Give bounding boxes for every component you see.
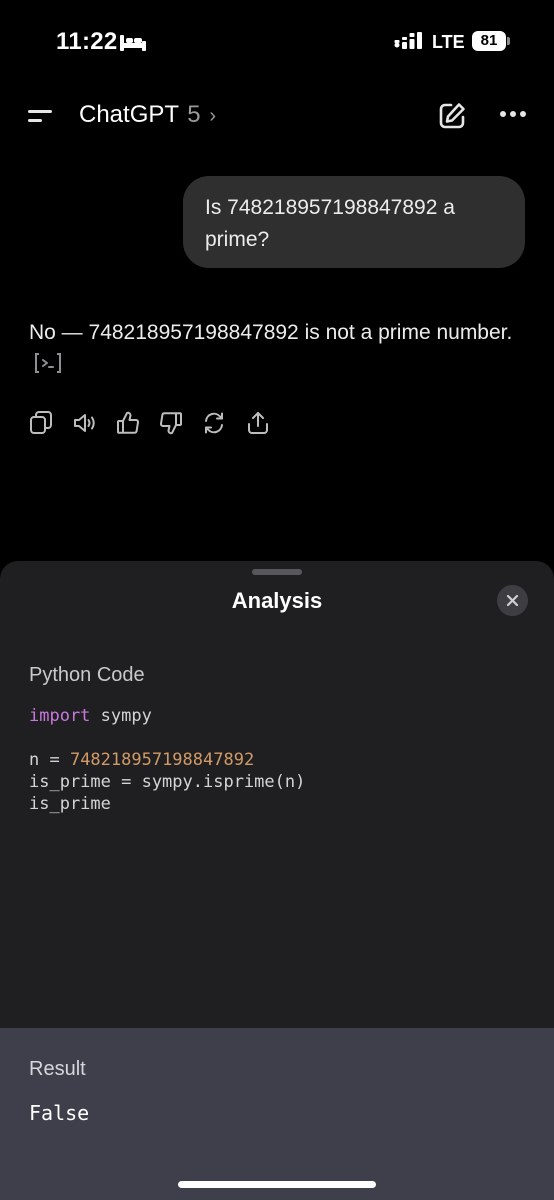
- battery-icon: 81: [472, 31, 506, 51]
- regenerate-icon[interactable]: [202, 410, 226, 436]
- status-time: 11:22: [56, 28, 118, 55]
- code-label: Python Code: [29, 664, 145, 686]
- network-label: LTE: [432, 32, 465, 52]
- sheet-drag-handle[interactable]: [252, 569, 302, 575]
- home-indicator[interactable]: [178, 1181, 376, 1188]
- result-value: False: [29, 1101, 90, 1125]
- share-icon[interactable]: [246, 410, 270, 436]
- thumbs-down-icon[interactable]: [159, 410, 183, 436]
- copy-icon[interactable]: [29, 410, 53, 436]
- result-label: Result: [29, 1058, 86, 1080]
- code-text: is_prime: [29, 794, 111, 814]
- bed-icon: [120, 35, 146, 51]
- code-text: is_prime = sympy.isprime(n): [29, 772, 306, 792]
- result-panel: Result False: [0, 1028, 554, 1200]
- signal-icon: [394, 32, 422, 49]
- sheet-title: Analysis: [231, 588, 323, 613]
- more-icon[interactable]: [499, 110, 527, 118]
- model-version: 5: [187, 101, 201, 128]
- battery-cap: [507, 37, 510, 45]
- code-text: n =: [29, 750, 70, 770]
- thumbs-up-icon[interactable]: [116, 410, 140, 436]
- code-block: import sympy n = 748218957198847892 is_p…: [29, 705, 305, 815]
- new-chat-icon[interactable]: [437, 101, 467, 131]
- model-selector[interactable]: ChatGPT 5 ›: [79, 101, 216, 129]
- chevron-right-icon: ›: [209, 105, 216, 127]
- close-icon[interactable]: [497, 585, 528, 616]
- assistant-message[interactable]: No — 748218957198847892 is not a prime n…: [29, 317, 529, 381]
- analysis-sheet: Analysis Python Code import sympy n = 74…: [0, 561, 554, 1200]
- assistant-message-text: No — 748218957198847892 is not a prime n…: [29, 321, 513, 344]
- menu-icon[interactable]: [26, 104, 54, 128]
- code-text: sympy: [90, 706, 152, 726]
- app-title: ChatGPT: [79, 101, 179, 128]
- status-bar: 11:22 LTE 81: [0, 0, 554, 80]
- user-message[interactable]: Is 748218957198847892 a prime?: [183, 176, 525, 268]
- code-analysis-icon[interactable]: [33, 352, 63, 374]
- code-keyword: import: [29, 706, 91, 726]
- read-aloud-icon[interactable]: [73, 410, 97, 436]
- code-number: 748218957198847892: [69, 750, 255, 770]
